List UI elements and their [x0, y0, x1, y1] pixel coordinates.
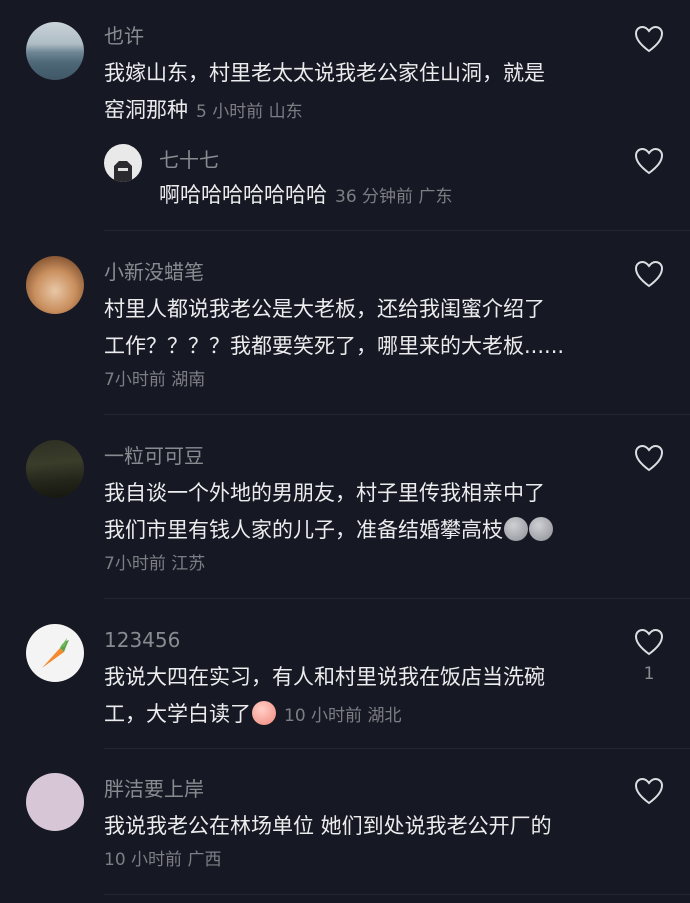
- divider: [104, 748, 690, 749]
- emoji-icon: [252, 701, 276, 725]
- comment-username[interactable]: 123456: [104, 627, 180, 653]
- comment-meta: 7小时前 湖南: [104, 370, 206, 390]
- like-heart-icon[interactable]: [634, 777, 664, 805]
- comment-text: 村里人都说我老公是大老板，还给我闺蜜介绍了 工作？？？？我都要笑死了，哪里来的大…: [104, 297, 565, 358]
- avatar[interactable]: [26, 22, 84, 80]
- comment-username[interactable]: 胖洁要上岸: [104, 776, 204, 802]
- like-heart-icon[interactable]: [634, 147, 664, 175]
- avatar[interactable]: [26, 773, 84, 831]
- comment-meta: 7小时前 江苏: [104, 554, 206, 574]
- comment-text: 我说我老公在林场单位 她们到处说我老公开厂的: [104, 814, 552, 838]
- emoji-icon: [529, 517, 553, 541]
- shirt-icon: [114, 161, 132, 182]
- comment-text: 我说大四在实习，有人和村里说我在饭店当洗碗 工，大学白读了 10 小时前 湖北: [104, 665, 545, 726]
- comment-text: 我嫁山东，村里老太太说我老公家住山洞，就是 窑洞那种 5 小时前 山东: [104, 61, 545, 122]
- like-heart-icon[interactable]: [634, 25, 664, 53]
- avatar[interactable]: [104, 144, 142, 182]
- carrot-icon: [42, 638, 69, 668]
- comment-username[interactable]: 也许: [104, 23, 144, 49]
- comment-username[interactable]: 七十七: [159, 147, 219, 173]
- divider: [104, 414, 690, 415]
- avatar[interactable]: [26, 440, 84, 498]
- like-count: 1: [643, 664, 655, 684]
- comment-meta: 5 小时前 山东: [196, 102, 303, 122]
- comment-meta: 10 小时前 湖北: [284, 706, 402, 726]
- comment-text: 我自谈一个外地的男朋友，村子里传我相亲中了 我们市里有钱人家的儿子，准备结婚攀高…: [104, 475, 604, 549]
- like-heart-icon[interactable]: [634, 628, 664, 656]
- emoji-icon: [504, 517, 528, 541]
- comment-username[interactable]: 一粒可可豆: [104, 443, 204, 469]
- divider: [104, 230, 690, 231]
- avatar[interactable]: [26, 256, 84, 314]
- comment-text: 啊哈哈哈哈哈哈哈 36 分钟前 广东: [159, 183, 453, 207]
- comment-meta: 36 分钟前 广东: [335, 187, 453, 207]
- like-heart-icon[interactable]: [634, 444, 664, 472]
- divider: [104, 598, 690, 599]
- like-heart-icon[interactable]: [634, 260, 664, 288]
- comment-username[interactable]: 小新没蜡笔: [104, 259, 204, 285]
- avatar[interactable]: [26, 624, 84, 682]
- comment-meta: 10 小时前 广西: [104, 850, 222, 870]
- divider: [104, 894, 690, 895]
